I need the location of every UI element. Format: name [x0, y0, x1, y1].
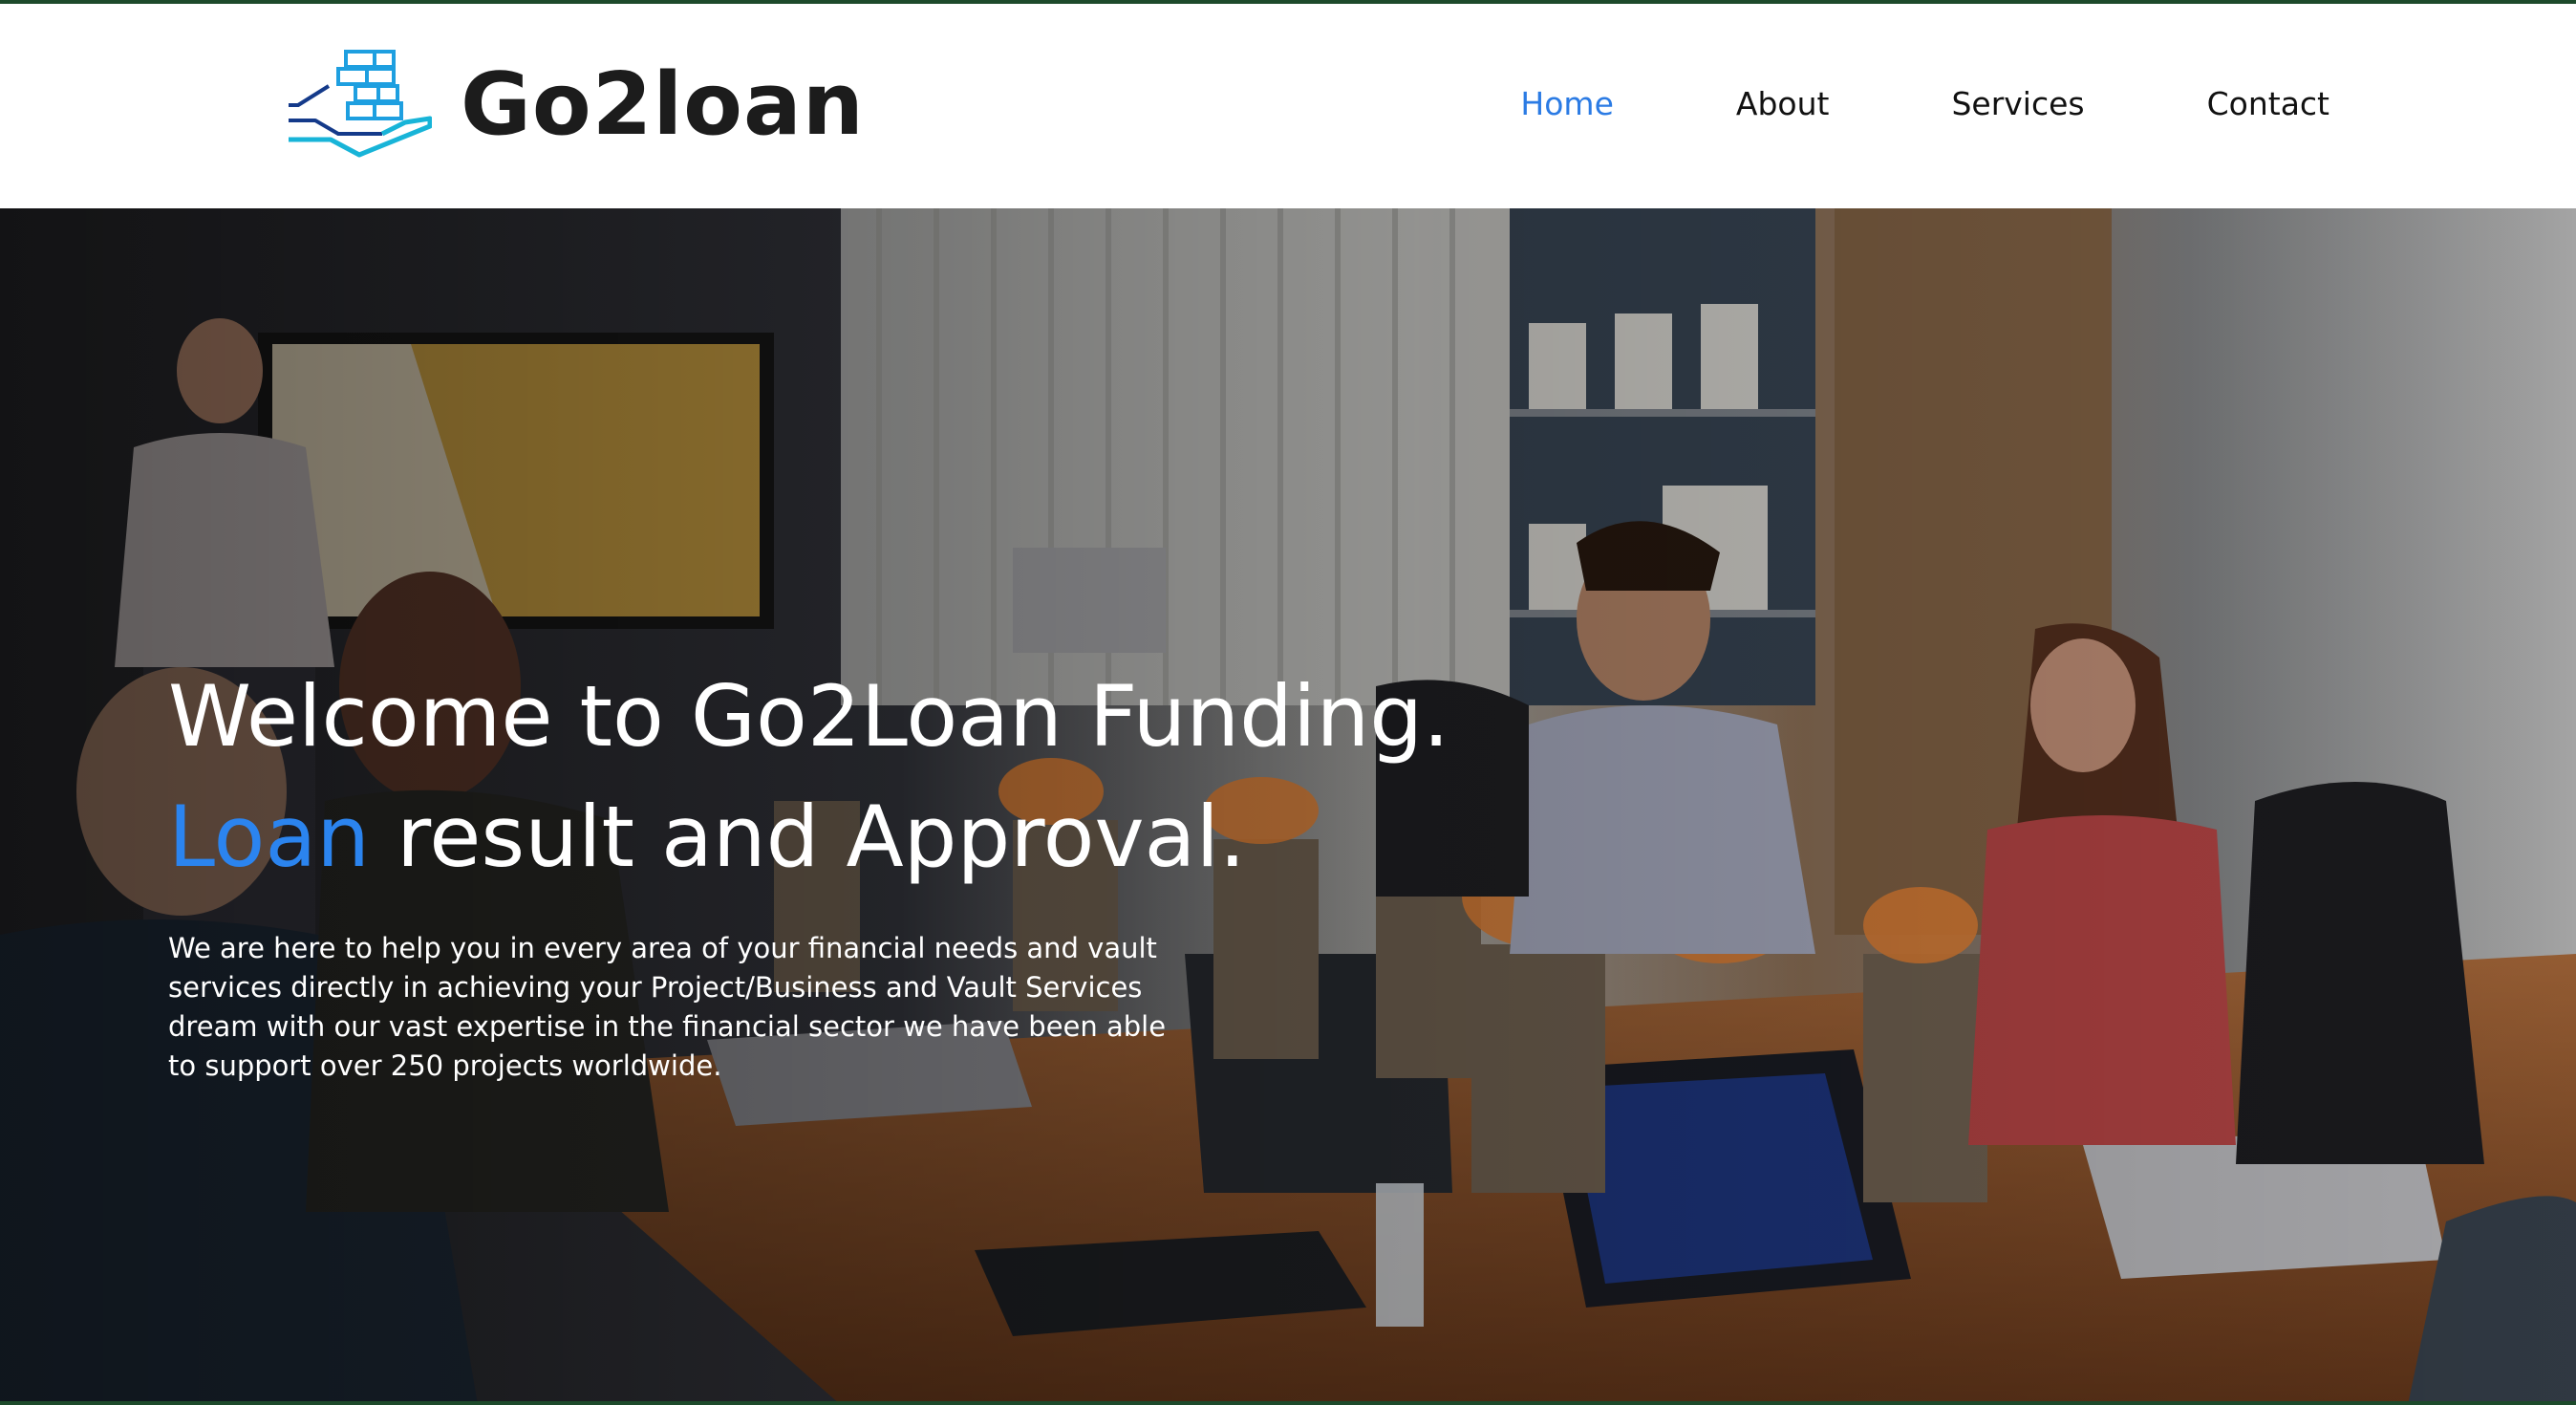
hero-headline-rest: result and Approval.	[370, 787, 1246, 886]
hero-headline-line2: Loan result and Approval.	[168, 788, 1601, 887]
hero-headline-accent: Loan	[168, 787, 371, 886]
hero-headline-line1: Welcome to Go2Loan Funding.	[168, 667, 1450, 766]
hero-description: We are here to help you in every area of…	[168, 931, 1167, 1083]
nav-services-link[interactable]: Services	[1951, 88, 2084, 119]
hero-section: Welcome to Go2Loan Funding. Loan result …	[0, 208, 2576, 1405]
site-header: Go2loan Home About Services Contact	[0, 4, 2576, 208]
site-logo[interactable]: Go2loan	[287, 48, 865, 162]
nav-about-link[interactable]: About	[1736, 88, 1830, 119]
bottom-border	[0, 1401, 2576, 1405]
stacked-coins-hand-icon	[289, 50, 432, 158]
hero-copy: Welcome to Go2Loan Funding. Loan result …	[168, 667, 1601, 1113]
nav-contact-link[interactable]: Contact	[2207, 88, 2329, 119]
main-nav: Home About Services Contact	[1520, 88, 2329, 119]
logo-wordmark: Go2loan	[461, 54, 865, 155]
nav-home-link[interactable]: Home	[1520, 88, 1613, 119]
